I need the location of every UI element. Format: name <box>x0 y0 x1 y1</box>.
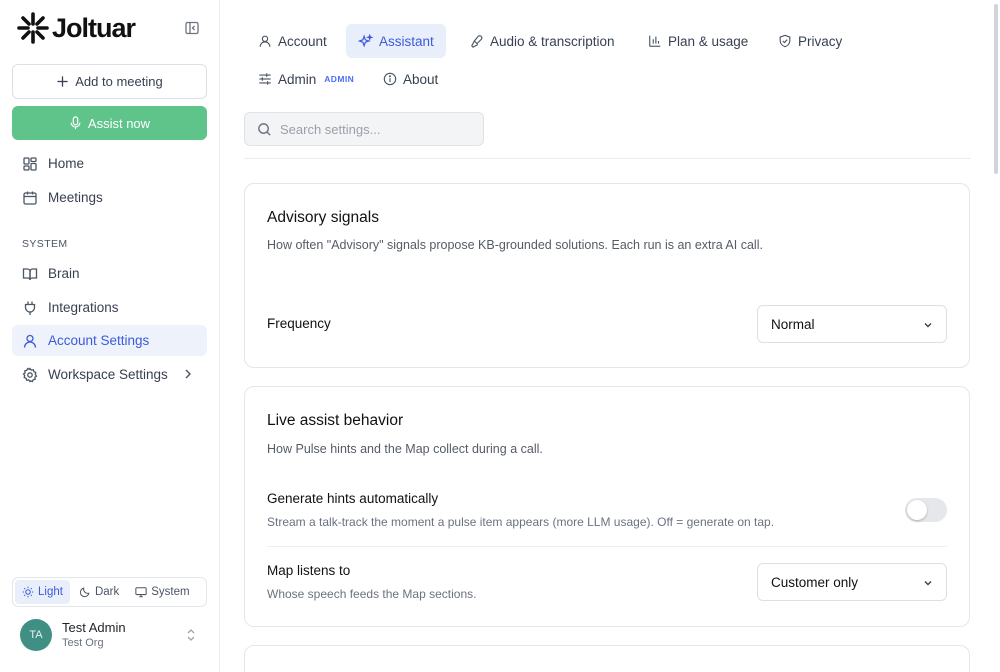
user-menu[interactable]: TA Test Admin Test Org <box>20 618 205 652</box>
theme-switch: Light Dark System <box>12 577 207 607</box>
frequency-select[interactable]: Normal <box>757 305 947 343</box>
tab-audio-transcription[interactable]: Audio & transcription <box>458 24 627 58</box>
sidebar-item-brain[interactable]: Brain <box>12 258 207 289</box>
chevron-up-down-icon <box>187 629 195 641</box>
map-listens-select[interactable]: Customer only <box>757 563 947 601</box>
chevron-down-icon <box>924 323 932 328</box>
scrollbar-thumb[interactable] <box>994 4 998 174</box>
grid-icon <box>23 156 37 171</box>
brand-name: Joltuar <box>52 13 136 43</box>
header-divider <box>244 158 971 159</box>
sidebar-item-meetings[interactable]: Meetings <box>12 182 207 213</box>
avatar: TA <box>20 619 52 651</box>
sun-icon <box>22 586 34 598</box>
gear-icon <box>22 366 38 383</box>
chevron-down-icon <box>924 581 932 586</box>
row-divider <box>267 546 947 547</box>
section-label-system: SYSTEM <box>22 238 68 250</box>
sidebar-item-integrations[interactable]: Integrations <box>12 292 207 323</box>
book-icon <box>22 267 38 280</box>
user-name: Test Admin <box>62 619 126 635</box>
map-listens-label: Map listens to <box>267 563 351 578</box>
map-listens-description: Whose speech feeds the Map sections. <box>267 587 477 601</box>
tab-label: About <box>403 71 439 87</box>
scrollbar[interactable] <box>992 0 1000 672</box>
sidebar-item-label: Account Settings <box>48 333 150 348</box>
collapse-sidebar-icon[interactable] <box>184 20 200 36</box>
sidebar-item-label: Brain <box>48 266 80 281</box>
tab-label: Audio & transcription <box>490 33 615 49</box>
theme-light-label: Light <box>38 586 63 598</box>
sidebar-item-workspace-settings[interactable]: Workspace Settings <box>12 359 207 390</box>
sidebar: Joltuar Add to meeting Assist now Home M… <box>0 0 220 672</box>
admin-badge: ADMIN <box>324 74 355 84</box>
mic-icon <box>70 116 81 130</box>
add-to-meeting-button[interactable]: Add to meeting <box>12 64 207 99</box>
plug-icon <box>24 301 36 315</box>
monitor-icon <box>135 587 147 598</box>
tab-account[interactable]: Account <box>246 24 339 58</box>
advisory-signals-card: Advisory signals How often "Advisory" si… <box>244 183 970 368</box>
tab-label: Privacy <box>798 33 843 49</box>
card-description: How often "Advisory" signals propose KB-… <box>267 238 763 252</box>
add-to-meeting-label: Add to meeting <box>75 74 163 89</box>
tab-label: Admin <box>278 71 317 87</box>
brand[interactable]: Joltuar <box>16 10 136 46</box>
tab-privacy[interactable]: Privacy <box>766 24 854 58</box>
generate-hints-description: Stream a talk-track the moment a pulse i… <box>267 515 775 529</box>
theme-system-option[interactable]: System <box>128 580 196 604</box>
sliders-icon <box>259 73 271 85</box>
map-listens-value: Customer only <box>771 574 859 590</box>
sidebar-item-label: Meetings <box>48 190 103 205</box>
theme-system-label: System <box>151 586 190 598</box>
tab-assistant[interactable]: Assistant <box>346 24 446 58</box>
shield-icon <box>779 34 791 48</box>
tab-about[interactable]: About <box>371 62 450 96</box>
sidebar-item-label: Integrations <box>48 300 119 315</box>
tab-label: Assistant <box>379 33 434 49</box>
search-icon <box>258 122 271 136</box>
search-input[interactable] <box>280 121 470 137</box>
next-settings-card <box>244 645 970 672</box>
theme-dark-label: Dark <box>94 586 120 598</box>
sidebar-item-account-settings[interactable]: Account Settings <box>12 325 207 356</box>
generate-hints-label: Generate hints automatically <box>267 491 439 506</box>
bar-chart-icon <box>649 35 661 47</box>
sidebar-item-home[interactable]: Home <box>12 148 207 179</box>
sidebar-item-label: Workspace Settings <box>48 367 168 382</box>
calendar-icon <box>23 191 37 205</box>
assist-now-button[interactable]: Assist now <box>12 106 207 140</box>
moon-icon <box>79 587 90 598</box>
tab-label: Account <box>278 33 327 49</box>
mic-icon <box>471 35 483 48</box>
tab-plan-usage[interactable]: Plan & usage <box>636 24 760 58</box>
info-icon <box>383 72 397 86</box>
frequency-label: Frequency <box>267 316 331 331</box>
generate-hints-toggle[interactable] <box>905 498 947 522</box>
logo-icon <box>17 12 49 44</box>
theme-light-option[interactable]: Light <box>15 580 70 604</box>
assist-now-label: Assist now <box>87 115 151 131</box>
plus-icon <box>57 76 68 87</box>
live-assist-card: Live assist behavior How Pulse hints and… <box>244 386 970 627</box>
card-title: Advisory signals <box>267 209 379 226</box>
search-box <box>244 112 484 146</box>
card-title: Live assist behavior <box>267 412 404 429</box>
sidebar-item-label: Home <box>48 156 85 171</box>
user-icon <box>259 35 271 47</box>
chevron-right-icon <box>185 369 191 379</box>
sparkle-icon <box>358 33 373 48</box>
tab-label: Plan & usage <box>668 33 749 49</box>
toggle-knob <box>907 500 927 520</box>
user-info: Test Admin Test Org <box>62 620 126 651</box>
card-description: How Pulse hints and the Map collect duri… <box>267 442 543 456</box>
user-icon <box>23 334 37 348</box>
theme-dark-option[interactable]: Dark <box>72 580 126 604</box>
frequency-value: Normal <box>771 316 815 332</box>
user-org: Test Org <box>62 636 104 649</box>
tab-admin[interactable]: Admin ADMIN <box>246 62 366 96</box>
